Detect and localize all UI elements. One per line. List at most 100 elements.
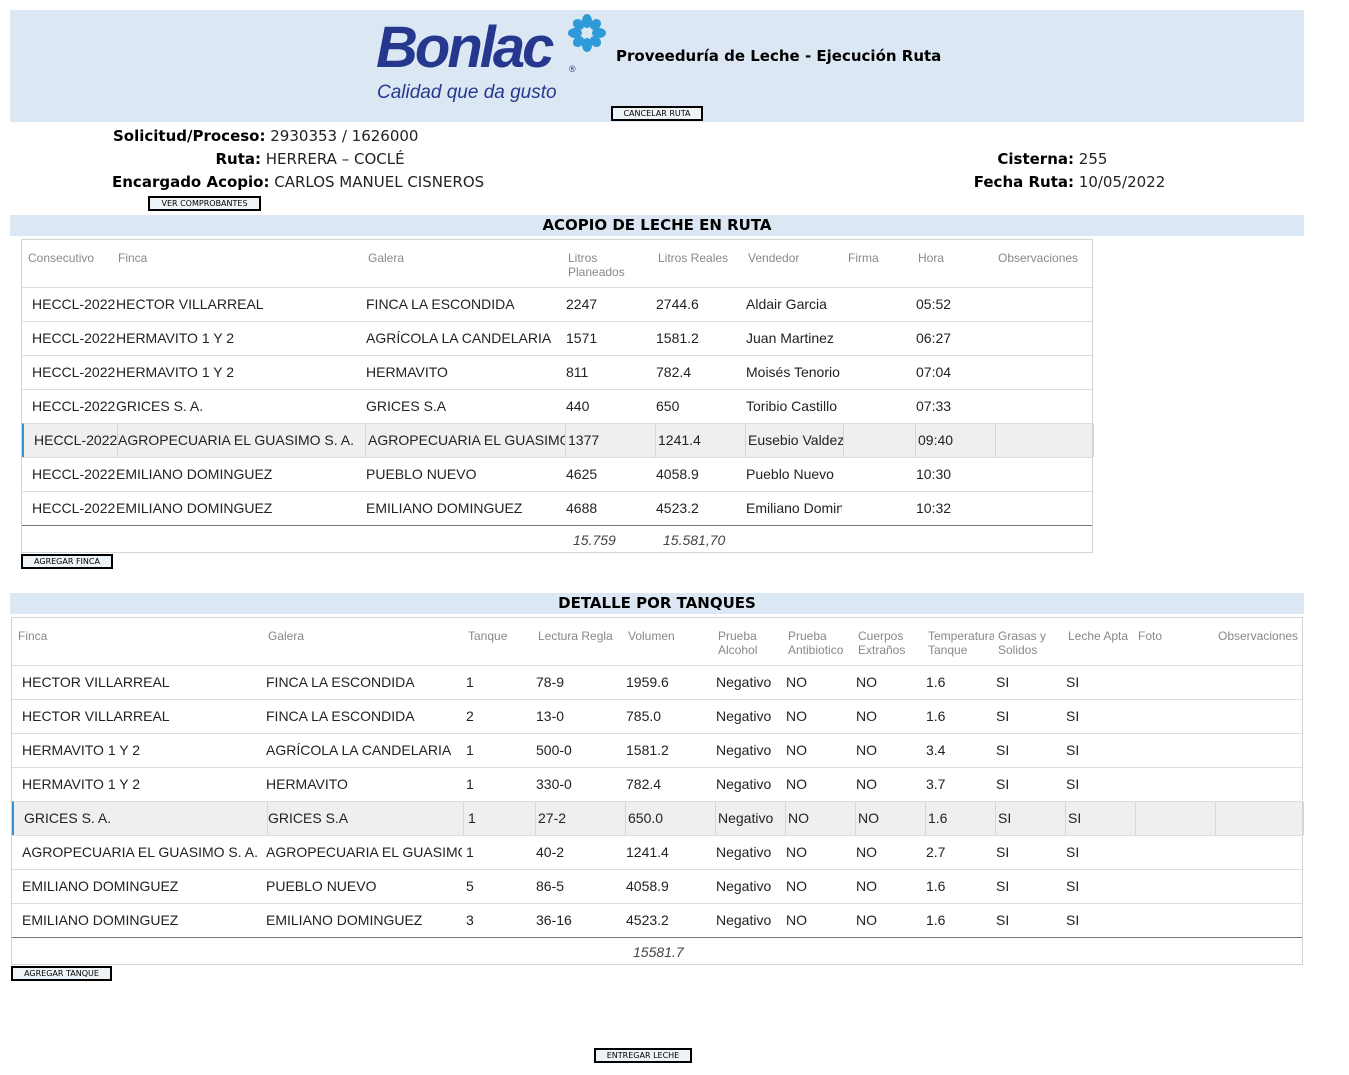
cisterna-value: 255 [1078, 150, 1108, 168]
table-cell: 4625 [566, 466, 598, 482]
column-header[interactable]: Litros Reales [658, 251, 728, 265]
table-cell: HERMAVITO 1 Y 2 [116, 330, 235, 346]
acopio-row[interactable]: HECCL-2022 GRICES S. A. GRICES S.A 440 650 To… [22, 389, 1092, 423]
column-header[interactable]: Finca [118, 251, 147, 265]
acopio-row[interactable]: HECCL-2022 AGROPECUARIA EL GUASIMO S. A. A… [22, 423, 1094, 457]
column-header[interactable]: Foto [1138, 629, 1162, 643]
tanques-row[interactable]: HERMAVITO 1 Y 2 AGRÍCOLA LA CANDELARIA 1 50… [12, 733, 1302, 767]
table-cell: GRICES S. A. [116, 398, 204, 414]
column-header[interactable]: Leche Apta [1068, 629, 1128, 643]
table-cell: 1.6 [926, 674, 946, 690]
table-cell: EMILIANO DOMINGUEZ [266, 912, 423, 928]
column-header[interactable]: Prueba Alcohol [718, 629, 768, 657]
add-tank-button[interactable]: AGREGAR TANQUE [11, 966, 112, 981]
table-cell: HECTOR VILLARREAL [22, 674, 170, 690]
tanques-row[interactable]: HECTOR VILLARREAL FINCA LA ESCONDIDA 1 78-9… [12, 665, 1302, 699]
column-header[interactable]: Firma [848, 251, 879, 265]
tanques-row[interactable]: AGROPECUARIA EL GUASIMO S. A. AGROPECUARI… [12, 835, 1302, 869]
table-cell [1216, 768, 1302, 801]
table-cell: HECCL-2022 [34, 424, 118, 457]
column-header[interactable]: Cuerpos Extraños [858, 629, 918, 657]
encargado-value: CARLOS MANUEL CISNEROS [274, 173, 485, 191]
table-cell: NO [786, 878, 807, 894]
table-cell: 06:27 [916, 330, 952, 346]
column-header[interactable]: Tanque [468, 629, 507, 643]
total-litros-reales: 15.581,70 [663, 532, 726, 548]
table-cell: 2.7 [926, 844, 946, 860]
table-cell: Negativo [716, 878, 772, 894]
column-header[interactable]: Observaciones [1218, 629, 1298, 643]
view-receipts-button[interactable]: VER COMPROBANTES [148, 196, 261, 211]
add-farm-button[interactable]: AGREGAR FINCA [21, 554, 113, 569]
table-cell [996, 288, 1092, 321]
table-cell: 07:33 [916, 398, 952, 414]
table-cell [1136, 904, 1214, 937]
acopio-section-title: ACOPIO DE LECHE EN RUTA [10, 215, 1304, 236]
total-litros-planeados: 15.759 [573, 532, 616, 548]
table-cell: AGRÍCOLA LA CANDELARIA [366, 330, 552, 346]
encargado-row: Encargado Acopio: CARLOS MANUEL CISNEROS [112, 173, 484, 191]
bonlac-logo: Bonlac [376, 15, 554, 80]
acopio-row[interactable]: HECCL-2022 HECTOR VILLARREAL FINCA LA ESCO… [22, 287, 1092, 321]
table-cell: 4523.2 [656, 500, 699, 516]
table-cell: SI [1066, 674, 1080, 690]
tanques-row[interactable]: HERMAVITO 1 Y 2 HERMAVITO 1 330-0 782.4 Negat… [12, 767, 1302, 801]
acopio-row[interactable]: HECCL-2022 EMILIANO DOMINGUEZ EMILIANO DOM… [22, 491, 1092, 525]
table-cell: HECCL-2022 [32, 296, 116, 312]
table-cell: Emiliano Dominguez [746, 500, 842, 516]
column-header[interactable]: Vendedor [748, 251, 799, 265]
table-cell: HECCL-2022 [32, 500, 116, 516]
table-cell: EMILIANO DOMINGUEZ [116, 500, 273, 516]
cisterna-label: Cisterna: [997, 150, 1074, 168]
table-cell: 09:40 [918, 424, 996, 457]
acopio-row[interactable]: HECCL-2022 HERMAVITO 1 Y 2 HERMAVITO 811 782… [22, 355, 1092, 389]
table-cell [996, 390, 1092, 423]
table-cell: HECCL-2022 [32, 330, 116, 346]
tanques-row[interactable]: GRICES S. A. GRICES S.A 1 27-2 650.0 Negativo… [12, 801, 1304, 835]
column-header[interactable]: Prueba Antibiotico [788, 629, 848, 657]
column-header[interactable]: Galera [368, 251, 404, 265]
column-header[interactable]: Volumen [628, 629, 675, 643]
table-cell: 1 [466, 674, 474, 690]
acopio-grid: Consecutivo Finca Galera Litros Planeado… [21, 239, 1094, 553]
table-cell: 1 [468, 802, 536, 835]
column-header[interactable]: Lectura Regla [538, 629, 613, 643]
column-header[interactable]: Grasas y Solidos [998, 629, 1060, 657]
column-header[interactable]: Galera [268, 629, 304, 643]
table-cell: NO [786, 742, 807, 758]
tanques-row[interactable]: EMILIANO DOMINGUEZ PUEBLO NUEVO 5 86-5 4058.… [12, 869, 1302, 903]
tanques-row[interactable]: EMILIANO DOMINGUEZ EMILIANO DOMINGUEZ 3 36-… [12, 903, 1302, 937]
table-cell [996, 356, 1092, 389]
tanques-row[interactable]: HECTOR VILLARREAL FINCA LA ESCONDIDA 2 13-0… [12, 699, 1302, 733]
table-cell: 650.0 [628, 802, 716, 835]
table-cell [1216, 904, 1302, 937]
column-header[interactable]: Finca [18, 629, 47, 643]
table-cell: 330-0 [536, 776, 572, 792]
table-cell: PUEBLO NUEVO [366, 466, 477, 482]
column-header[interactable]: Litros Planeados [568, 251, 638, 279]
table-cell: Pueblo Nuevo [746, 466, 834, 482]
column-header[interactable]: Hora [918, 251, 944, 265]
acopio-row[interactable]: HECCL-2022 EMILIANO DOMINGUEZ PUEBLO NUEVO… [22, 457, 1092, 491]
table-cell: EMILIANO DOMINGUEZ [366, 500, 523, 516]
table-cell: HERMAVITO [366, 364, 448, 380]
acopio-row[interactable]: HECCL-2022 HERMAVITO 1 Y 2 AGRÍCOLA LA CAN… [22, 321, 1092, 355]
table-cell: Negativo [716, 912, 772, 928]
table-cell: Negativo [716, 844, 772, 860]
deliver-milk-button[interactable]: ENTREGAR LECHE [594, 1048, 692, 1063]
table-cell: NO [858, 802, 926, 835]
table-cell [998, 424, 1094, 457]
solicitud-value: 2930353 / 1626000 [270, 127, 419, 145]
table-cell: AGROPECUARIA EL GUASIMO S. A. [22, 844, 258, 860]
table-cell: 78-9 [536, 674, 565, 690]
table-cell [1218, 802, 1304, 835]
table-cell: 10:32 [916, 500, 952, 516]
column-header[interactable]: Temperatura Tanque [928, 629, 994, 657]
table-cell: SI [996, 708, 1010, 724]
table-cell: NO [856, 776, 877, 792]
table-cell: AGROPECUARIA EL GUASIMO [368, 424, 566, 457]
column-header[interactable]: Consecutivo [28, 251, 94, 265]
acopio-totals-row: 15.759 15.581,70 [22, 525, 1092, 553]
cancel-route-button[interactable]: CANCELAR RUTA [611, 106, 703, 121]
column-header[interactable]: Observaciones [998, 251, 1078, 265]
